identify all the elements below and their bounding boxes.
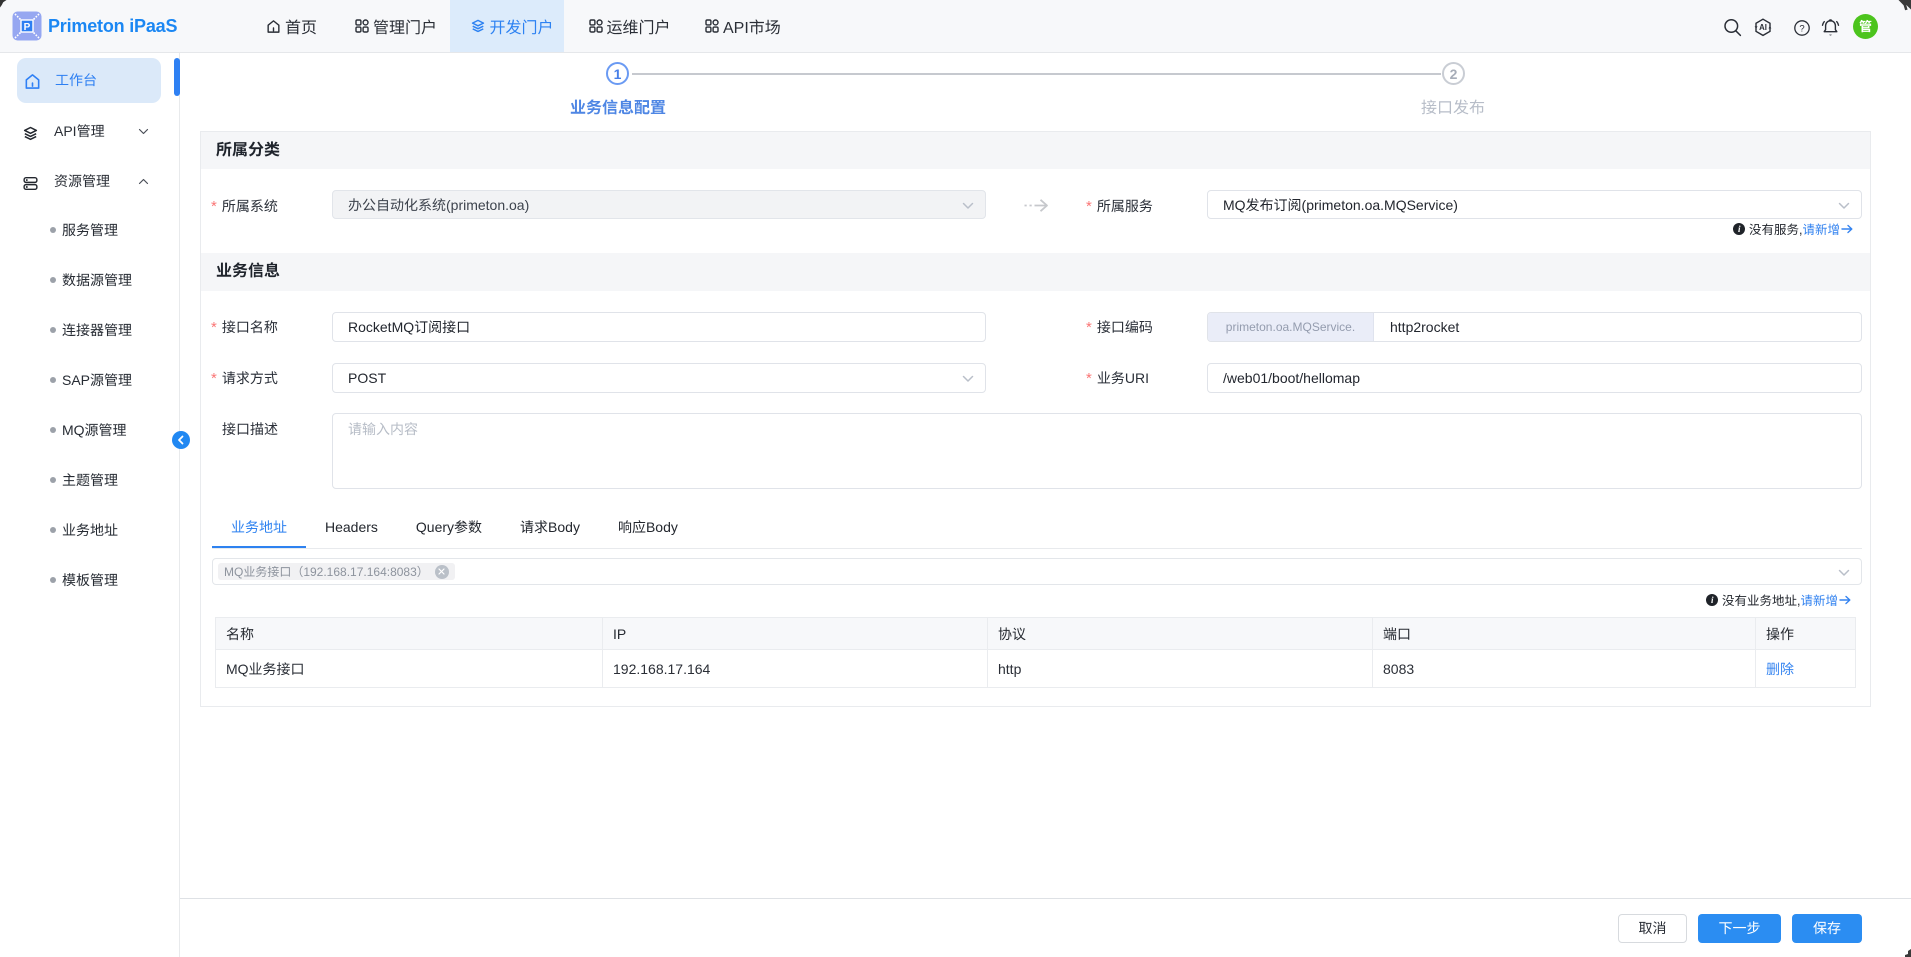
svg-text:AI: AI: [1759, 23, 1767, 32]
svg-text:?: ?: [1799, 24, 1804, 35]
svg-text:P: P: [24, 22, 31, 33]
